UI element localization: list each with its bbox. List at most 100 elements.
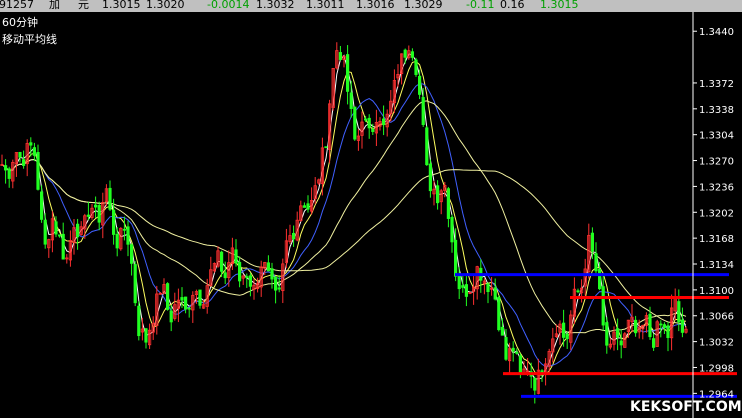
- candle-body: [76, 223, 80, 238]
- candle-body: [54, 221, 58, 235]
- quote-open: 1.3015: [102, 0, 141, 11]
- y-tick-label: 1.3236: [699, 182, 734, 193]
- quote-bar: 91257 加 元 1.3015 1.3020 -0.0014 1.3032 1…: [0, 0, 742, 12]
- candle-body: [94, 204, 98, 208]
- candle-body: [486, 283, 490, 293]
- y-tick-label: 1.3440: [699, 27, 734, 38]
- indicator-label: 移动平均线: [2, 32, 57, 46]
- candle-body: [126, 226, 130, 245]
- y-tick-label: 1.3134: [699, 260, 734, 271]
- candle-body: [219, 251, 224, 272]
- candle-body: [677, 301, 681, 323]
- candle-body: [371, 128, 375, 132]
- candle-body: [453, 239, 458, 277]
- candle-body: [302, 205, 307, 208]
- candle-body: [97, 205, 101, 223]
- candle-body: [237, 261, 242, 282]
- candle-body: [601, 286, 605, 326]
- watermark: KEKSOFT.COM: [630, 399, 742, 415]
- candle-body: [619, 340, 623, 346]
- candle-body: [43, 219, 47, 245]
- candle-body: [115, 233, 119, 249]
- candle-body: [680, 319, 685, 333]
- candle-body: [137, 305, 141, 337]
- candle-body: [291, 232, 296, 240]
- candle-body: [648, 313, 652, 338]
- ma-line-5: [1, 158, 687, 325]
- candle-body: [515, 351, 519, 354]
- candle-body: [187, 307, 191, 310]
- candle-body: [40, 191, 44, 220]
- candle-body: [421, 97, 425, 125]
- candle-body: [29, 142, 33, 146]
- candle-body: [414, 59, 418, 75]
- candles: [0, 42, 688, 404]
- candle-body: [108, 187, 112, 210]
- y-tick-label: 1.2998: [699, 363, 734, 374]
- candle-body: [21, 159, 26, 166]
- y-tick-label: 1.3168: [699, 234, 734, 245]
- quote-low: 1.3032: [256, 0, 295, 11]
- quote-prev: 1.3011: [306, 0, 345, 11]
- candle-body: [345, 54, 350, 92]
- candle-body: [18, 151, 22, 158]
- candle-body: [367, 117, 371, 129]
- candle-body: [634, 319, 638, 334]
- candle-body: [324, 146, 328, 149]
- candle-body: [363, 118, 368, 121]
- quote-field2: 元: [78, 0, 89, 11]
- candle-body: [245, 276, 249, 279]
- candle-body: [435, 185, 440, 204]
- candle-body: [659, 323, 663, 326]
- ma-line-3: [1, 83, 687, 368]
- price-chart[interactable]: 1.3440 1.3372 1.3338 1.3304 1.3270 1.3236 1.32…: [0, 12, 742, 418]
- candle-body: [112, 209, 116, 235]
- quote-change: -0.0014: [207, 0, 250, 11]
- candle-body: [36, 151, 40, 190]
- y-axis-ticks: 1.3440 1.3372 1.3338 1.3304 1.3270 1.3236 1.32…: [693, 27, 734, 400]
- ma-line-1: [1, 53, 687, 380]
- candle-body: [381, 118, 386, 126]
- y-tick-label: 1.3202: [699, 208, 734, 219]
- candle-body: [234, 249, 238, 264]
- candle-body: [270, 268, 274, 280]
- quote-code: 91257: [0, 0, 34, 11]
- candle-body: [457, 274, 461, 290]
- candle-body: [464, 284, 469, 297]
- candle-body: [425, 127, 429, 166]
- quote-volume: 0.16: [500, 0, 525, 11]
- candle-body: [169, 310, 173, 323]
- candle-body: [652, 338, 656, 348]
- candle-body: [144, 328, 148, 343]
- candle-body: [594, 253, 598, 272]
- candle-body: [180, 297, 184, 301]
- candle-body: [410, 51, 415, 58]
- candle-body: [133, 264, 137, 304]
- candle-body: [497, 296, 501, 331]
- candle-body: [306, 203, 310, 210]
- y-tick-label: 1.3066: [699, 312, 734, 323]
- candle-body: [576, 290, 580, 293]
- moving-average-lines: [1, 53, 687, 380]
- candle-body: [598, 268, 602, 290]
- candle-body: [122, 228, 126, 231]
- chart-period-label: 60分钟: [2, 15, 38, 29]
- candle-body: [248, 275, 252, 287]
- candle-body: [129, 244, 134, 264]
- candle-body: [533, 377, 537, 391]
- candle-body: [666, 325, 670, 338]
- candle-body: [605, 322, 609, 346]
- candle-body: [183, 296, 188, 310]
- candle-body: [165, 283, 170, 310]
- candle-body: [662, 324, 667, 328]
- candle-body: [61, 233, 65, 260]
- candle-body: [590, 232, 595, 252]
- candle-body: [349, 92, 353, 109]
- y-tick-label: 1.3270: [699, 157, 734, 168]
- quote-field1: 加: [49, 0, 60, 11]
- y-tick-label: 1.3304: [699, 131, 734, 142]
- candle-body: [565, 333, 569, 340]
- candle-body: [58, 234, 62, 237]
- candle-body: [353, 106, 357, 140]
- candle-body: [32, 147, 37, 156]
